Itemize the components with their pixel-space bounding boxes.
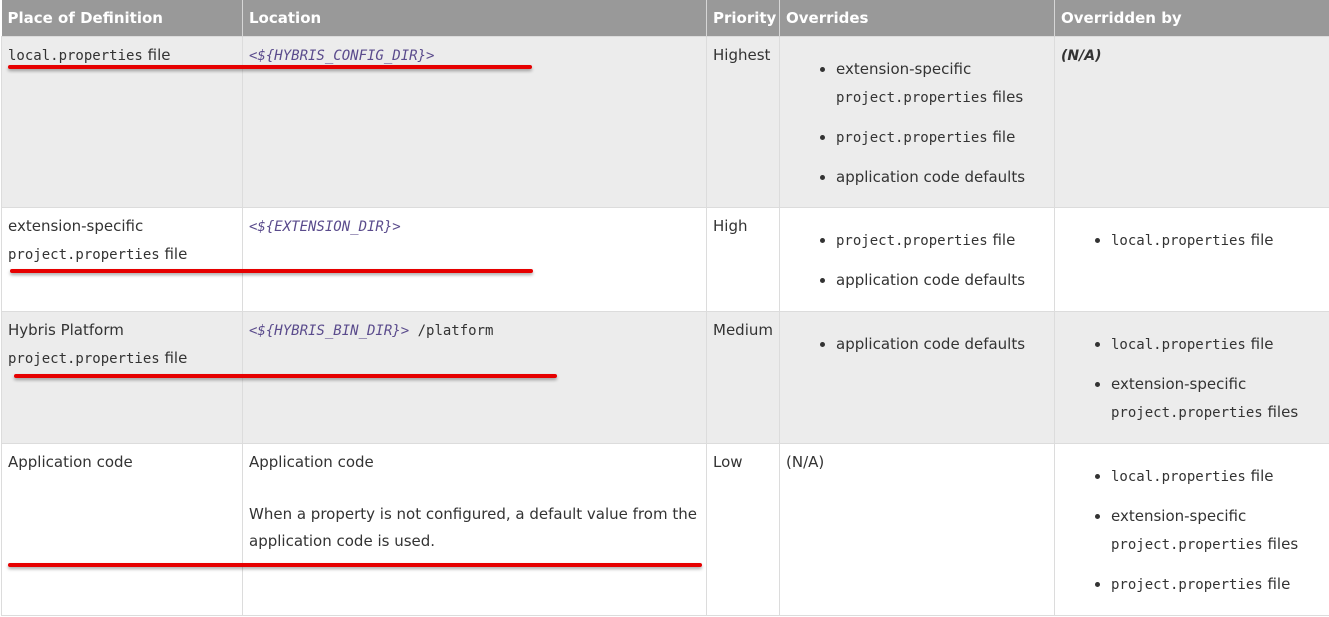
header-overrides: Overrides <box>779 0 1055 37</box>
table-header-row: Place of Definition Location Priority Ov… <box>1 0 1329 37</box>
list-item: extension-specific project.properties fi… <box>1111 502 1323 559</box>
list-item: local.properties file <box>1111 462 1323 491</box>
overrides-list: application code defaults <box>786 330 1048 358</box>
place-cell: extension-specific project.properties fi… <box>1 207 243 312</box>
red-underline-annotation <box>8 563 702 567</box>
place-cell: local.properties file <box>1 36 243 208</box>
place-code: local.properties <box>8 48 143 64</box>
overrides-list: extension-specific project.properties fi… <box>786 55 1048 191</box>
header-place-of-definition: Place of Definition <box>1 0 243 37</box>
header-location: Location <box>242 0 707 37</box>
not-applicable-text: (N/A) <box>786 453 825 471</box>
list-item: project.properties file <box>836 123 1048 152</box>
header-overridden-by: Overridden by <box>1054 0 1329 37</box>
list-item: extension-specific project.properties fi… <box>836 55 1048 112</box>
priority-cell: Low <box>706 443 780 616</box>
red-underline-annotation <box>8 65 532 69</box>
overridden-by-list: local.properties file <box>1061 226 1323 255</box>
location-variable: <${HYBRIS_BIN_DIR}> <box>249 323 410 339</box>
location-note: When a property is not configured, a def… <box>249 505 697 550</box>
overridden-by-cell: local.properties file <box>1054 207 1329 312</box>
overridden-by-cell: local.properties file extension-specific… <box>1054 443 1329 616</box>
list-item: local.properties file <box>1111 330 1323 359</box>
table-row: Application code Application code When a… <box>1 443 1329 616</box>
overrides-cell: application code defaults <box>779 311 1055 444</box>
not-applicable-text: (N/A) <box>1061 48 1102 64</box>
list-item: extension-specific project.properties fi… <box>1111 370 1323 427</box>
priority-cell: Highest <box>706 36 780 208</box>
overridden-by-list: local.properties file extension-specific… <box>1061 462 1323 599</box>
overrides-cell: (N/A) <box>779 443 1055 616</box>
red-underline-annotation <box>14 374 557 378</box>
location-variable: <${EXTENSION_DIR}> <box>249 219 401 235</box>
list-item: application code defaults <box>836 330 1048 358</box>
list-item: application code defaults <box>836 266 1048 294</box>
place-suffix: file <box>142 46 171 64</box>
property-definition-table: Place of Definition Location Priority Ov… <box>1 0 1329 616</box>
location-suffix: /platform <box>409 323 494 339</box>
list-item: application code defaults <box>836 163 1048 191</box>
place-cell: Application code <box>1 443 243 616</box>
overrides-cell: extension-specific project.properties fi… <box>779 36 1055 208</box>
location-cell: <${HYBRIS_CONFIG_DIR}> <box>242 36 707 208</box>
location-cell: <${EXTENSION_DIR}> <box>242 207 707 312</box>
priority-cell: Medium <box>706 311 780 444</box>
location-variable: <${HYBRIS_CONFIG_DIR}> <box>249 48 435 64</box>
overridden-by-cell: local.properties file extension-specific… <box>1054 311 1329 444</box>
table-row: local.properties file <${HYBRIS_CONFIG_D… <box>1 36 1329 208</box>
list-item: project.properties file <box>836 226 1048 255</box>
overrides-cell: project.properties file application code… <box>779 207 1055 312</box>
list-item: project.properties file <box>1111 570 1323 599</box>
list-item: local.properties file <box>1111 226 1323 255</box>
overridden-by-list: local.properties file extension-specific… <box>1061 330 1323 427</box>
header-priority: Priority <box>706 0 780 37</box>
location-cell: Application code When a property is not … <box>242 443 707 616</box>
priority-cell: High <box>706 207 780 312</box>
table-row: extension-specific project.properties fi… <box>1 207 1329 312</box>
location-text: Application code <box>249 453 374 471</box>
overrides-list: project.properties file application code… <box>786 226 1048 294</box>
red-underline-annotation <box>10 269 533 273</box>
overridden-by-cell: (N/A) <box>1054 36 1329 208</box>
